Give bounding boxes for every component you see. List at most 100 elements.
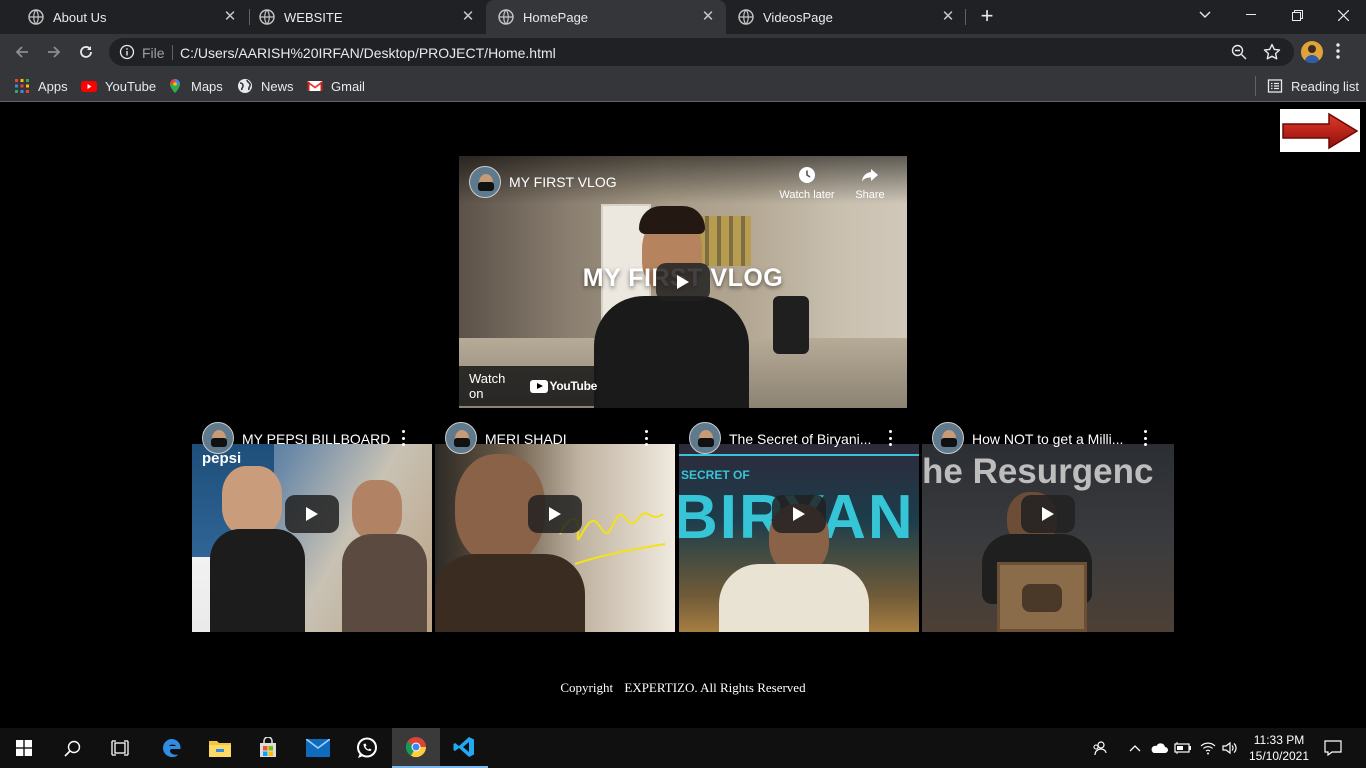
bookmark-gmail[interactable]: Gmail [307, 76, 365, 96]
zoom-icon[interactable] [1231, 44, 1247, 65]
tab-website[interactable]: WEBSITE ✕ [239, 0, 486, 34]
browser-toolbar: File C:/Users/AARISH%20IRFAN/Desktop/PRO… [0, 34, 1366, 70]
more-options-icon[interactable] [640, 430, 652, 446]
reload-button[interactable] [74, 40, 98, 64]
next-page-arrow-icon[interactable] [1280, 109, 1360, 152]
share-button[interactable]: Share [853, 166, 887, 201]
back-button[interactable] [10, 40, 34, 64]
mail-icon[interactable] [294, 728, 342, 768]
bookmark-youtube[interactable]: YouTube [81, 76, 156, 96]
store-icon[interactable] [244, 728, 292, 768]
tab-label: WEBSITE [284, 9, 343, 25]
thumb-face-2 [352, 480, 402, 540]
video-title[interactable]: How NOT to get a Milli... [972, 431, 1128, 447]
url-text[interactable]: C:/Users/AARISH%20IRFAN/Desktop/PROJECT/… [180, 45, 556, 61]
bookmark-maps[interactable]: Maps [167, 76, 223, 96]
video-title[interactable]: MY PEPSI BILLBOARD [242, 431, 398, 447]
edge-icon[interactable] [148, 728, 196, 768]
tab-search-icon[interactable] [1182, 0, 1228, 30]
reading-list-button[interactable]: Reading list [1267, 76, 1359, 96]
tab-homepage[interactable]: HomePage ✕ [486, 0, 726, 34]
play-button[interactable] [1021, 495, 1075, 533]
share-label: Share [855, 189, 885, 201]
more-options-icon[interactable] [1139, 430, 1151, 446]
video-embed-secret-of-biryani[interactable]: SECRET OF BIRYAN The Secret of Biryani..… [679, 419, 919, 632]
watch-on-label: Watch on [469, 371, 506, 401]
video-embed-meri-shadi[interactable]: MERI SHADI [435, 419, 675, 632]
bookmark-label: Maps [191, 78, 223, 94]
close-window-button[interactable] [1320, 0, 1366, 30]
more-options-icon[interactable] [884, 430, 896, 446]
notifications-icon[interactable] [1322, 738, 1344, 758]
bookmark-apps[interactable]: Apps [14, 76, 68, 96]
profile-avatar[interactable] [1301, 41, 1323, 63]
close-tab-icon[interactable]: ✕ [700, 9, 716, 25]
battery-icon[interactable] [1173, 738, 1193, 758]
copyright-owner: EXPERTIZO. All Rights Reserved [624, 680, 806, 695]
tab-videospage[interactable]: VideosPage ✕ [726, 0, 966, 34]
video-title[interactable]: MERI SHADI [485, 431, 641, 447]
video-thumbnail: SECRET OF BIRYAN [679, 444, 919, 632]
bookmark-news[interactable]: News [237, 76, 294, 96]
volume-icon[interactable] [1220, 738, 1240, 758]
forward-button[interactable] [42, 40, 66, 64]
restore-button[interactable] [1274, 0, 1320, 30]
tab-label: HomePage [523, 9, 589, 25]
thumb-jacket [210, 529, 305, 632]
start-button[interactable] [0, 728, 48, 768]
site-info-icon[interactable] [119, 44, 135, 65]
thumb-award-play [1022, 584, 1062, 612]
copyright-label: Copyright [560, 680, 614, 695]
video-title[interactable]: MY FIRST VLOG [509, 174, 617, 190]
thumb-line [679, 454, 919, 456]
channel-avatar[interactable] [445, 422, 477, 454]
watch-on-youtube-button[interactable]: Watch on YouTube [459, 366, 597, 406]
task-view-icon[interactable] [96, 728, 144, 768]
close-tab-icon[interactable]: ✕ [460, 9, 476, 25]
people-icon[interactable] [1090, 738, 1110, 758]
address-divider [172, 45, 173, 60]
video-embed-pepsi-billboard[interactable]: pepsi MY PEPSI BILLBOARD [192, 419, 432, 632]
channel-avatar[interactable] [932, 422, 964, 454]
video-frame-chair [773, 296, 809, 354]
bookmark-star-icon[interactable] [1263, 43, 1281, 66]
address-bar[interactable]: File C:/Users/AARISH%20IRFAN/Desktop/PRO… [109, 38, 1294, 66]
vscode-icon[interactable] [440, 728, 488, 768]
system-clock[interactable]: 11:33 PM 15/10/2021 [1244, 732, 1314, 764]
video-embed-how-not-to-get-a-million[interactable]: he Resurgenc How NOT to get a Milli... [922, 419, 1174, 632]
chevron-up-icon[interactable] [1125, 738, 1145, 758]
bookmark-label: Gmail [331, 78, 365, 94]
gmail-icon [307, 78, 323, 94]
search-icon[interactable] [48, 728, 96, 768]
onedrive-cloud-icon[interactable] [1149, 738, 1169, 758]
close-tab-icon[interactable]: ✕ [222, 9, 238, 25]
play-button[interactable] [772, 495, 826, 533]
new-tab-button[interactable]: + [976, 5, 998, 28]
video-frame-person [594, 296, 749, 408]
whatsapp-icon[interactable] [343, 728, 391, 768]
video-frame-hair [639, 206, 705, 234]
browser-menu-icon[interactable] [1336, 43, 1340, 64]
play-button[interactable] [528, 495, 582, 533]
share-icon [853, 166, 887, 186]
more-options-icon[interactable] [397, 430, 409, 446]
play-button[interactable] [656, 263, 710, 301]
file-explorer-icon[interactable] [196, 728, 244, 768]
main-video-embed[interactable]: MY FIRST VLOG Watch later Share MY FIRST… [459, 156, 907, 408]
channel-avatar[interactable] [689, 422, 721, 454]
watch-later-button[interactable]: Watch later [777, 166, 837, 201]
minimize-button[interactable] [1228, 0, 1274, 30]
channel-avatar[interactable] [469, 166, 501, 198]
play-button[interactable] [285, 495, 339, 533]
wifi-icon[interactable] [1198, 738, 1218, 758]
globe-icon [259, 9, 275, 25]
chrome-icon[interactable] [392, 728, 440, 768]
channel-avatar[interactable] [202, 422, 234, 454]
video-title[interactable]: The Secret of Biryani... [729, 431, 885, 447]
close-tab-icon[interactable]: ✕ [940, 9, 956, 25]
clock-icon [777, 166, 837, 186]
watch-later-label: Watch later [779, 189, 835, 201]
thumb-subtitle: SECRET OF [681, 468, 750, 482]
tab-about-us[interactable]: About Us ✕ [8, 0, 248, 34]
globe-icon [28, 9, 44, 25]
